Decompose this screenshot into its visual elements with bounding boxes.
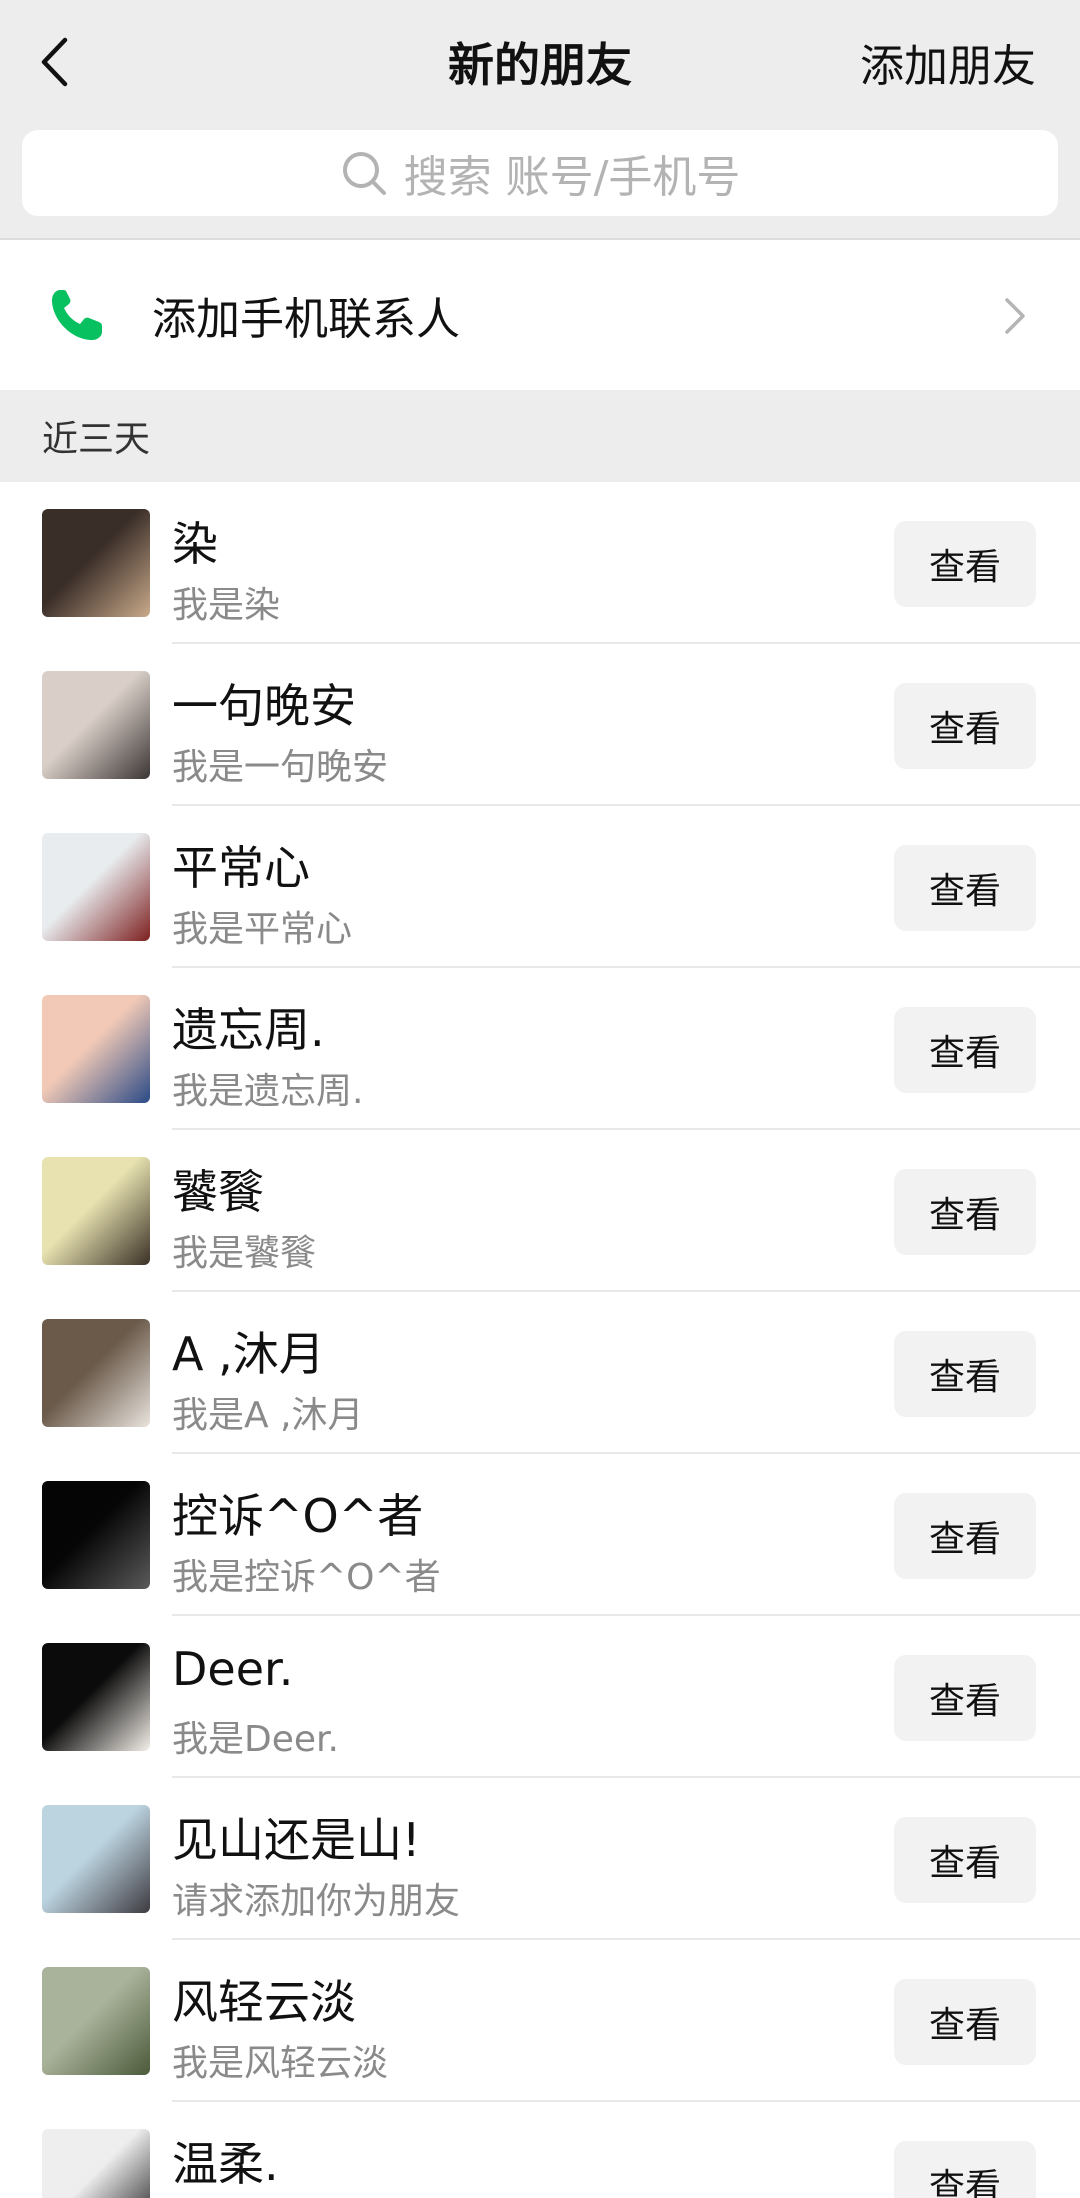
avatar[interactable] [42,1157,150,1265]
avatar[interactable] [42,671,150,779]
friend-request-message: 我是染 [172,585,281,626]
friend-request-row[interactable]: 风轻云淡我是风轻云淡 查看 [0,1940,1080,2102]
new-friends-screen: 新的朋友 添加朋友 搜索 账号/手机号 添加手机联系人 近三天 染我是染 查看 一句… [0,0,1080,2198]
friend-request-message: 请求添加你为朋友 [172,1881,461,1922]
add-phone-contacts-row[interactable]: 添加手机联系人 [0,240,1080,390]
friend-request-message: 我是控诉^O^者 [172,1557,441,1598]
view-button[interactable]: 查看 [894,1331,1036,1417]
avatar[interactable] [42,2129,150,2198]
view-button[interactable]: 查看 [894,1169,1036,1255]
friend-request-row[interactable]: 染我是染 查看 [0,482,1080,644]
friend-name: 风轻云淡 [172,1975,356,2029]
view-button[interactable]: 查看 [894,1007,1036,1093]
search-area: 搜索 账号/手机号 [0,124,1080,238]
friend-name: A ,沐月 [172,1327,325,1381]
view-button[interactable]: 查看 [894,1817,1036,1903]
navigation-bar: 新的朋友 添加朋友 [0,0,1080,124]
friend-name: 温柔. [172,2137,279,2191]
view-button[interactable]: 查看 [894,845,1036,931]
add-phone-contacts-label: 添加手机联系人 [152,294,460,345]
avatar[interactable] [42,1319,150,1427]
search-input[interactable]: 搜索 账号/手机号 [22,130,1058,216]
view-button[interactable]: 查看 [894,1655,1036,1741]
phone-icon [52,290,102,340]
view-button[interactable]: 查看 [894,1979,1036,2065]
avatar[interactable] [42,1643,150,1751]
friend-request-row[interactable]: A ,沐月我是A ,沐月 查看 [0,1292,1080,1454]
avatar[interactable] [42,1805,150,1913]
friend-request-message: 我是Deer. [172,1719,339,1760]
avatar[interactable] [42,509,150,617]
view-button[interactable]: 查看 [894,683,1036,769]
friend-name: Deer. [172,1642,294,1696]
search-placeholder: 搜索 账号/手机号 [403,152,741,203]
view-button[interactable]: 查看 [894,2141,1036,2198]
friend-request-message: 我是A ,沐月 [172,1395,364,1436]
search-icon [342,152,386,195]
friend-name: 遗忘周. [172,1003,325,1057]
friend-name: 一句晚安 [172,679,356,733]
friend-name: 饕餮 [172,1165,264,1219]
avatar[interactable] [42,995,150,1103]
friend-request-row[interactable]: 控诉^O^者我是控诉^O^者 查看 [0,1454,1080,1616]
chevron-right-icon [1005,298,1025,334]
friend-request-row[interactable]: 见山还是山! 请求添加你为朋友 查看 [0,1778,1080,1940]
friend-name: 平常心 [172,841,310,895]
friend-request-message: 我是饕餮 [172,1233,317,1274]
friend-name: 见山还是山! [172,1813,421,1867]
section-header-recent: 近三天 [0,390,1080,482]
friend-request-message: 我是一句晚安 [172,747,389,788]
friend-request-row[interactable]: 温柔. 查看 [0,2102,1080,2198]
avatar[interactable] [42,1967,150,2075]
friend-request-row[interactable]: 一句晚安我是一句晚安 查看 [0,644,1080,806]
friend-name: 控诉^O^者 [172,1489,424,1543]
friend-request-message: 我是平常心 [172,909,353,950]
avatar[interactable] [42,1481,150,1589]
friend-request-row[interactable]: 饕餮我是饕餮 查看 [0,1130,1080,1292]
friend-request-message: 我是遗忘周. [172,1071,364,1112]
friend-request-list: 染我是染 查看 一句晚安 我是一句晚安 查看 平常心 我是平常心 查看 遗忘周. 我是遗忘周. 查看… [0,482,1080,2198]
view-button[interactable]: 查看 [894,1493,1036,1579]
friend-request-row[interactable]: Deer. 我是Deer. 查看 [0,1616,1080,1778]
avatar[interactable] [42,833,150,941]
friend-request-row[interactable]: 平常心我是平常心 查看 [0,806,1080,968]
friend-request-row[interactable]: 遗忘周. 我是遗忘周. 查看 [0,968,1080,1130]
view-button[interactable]: 查看 [894,521,1036,607]
top-bar: 新的朋友 添加朋友 搜索 账号/手机号 [0,0,1080,238]
add-friend-button[interactable]: 添加朋友 [860,0,1036,124]
friend-name: 染 [172,517,218,571]
friend-request-message: 我是风轻云淡 [172,2043,389,2084]
